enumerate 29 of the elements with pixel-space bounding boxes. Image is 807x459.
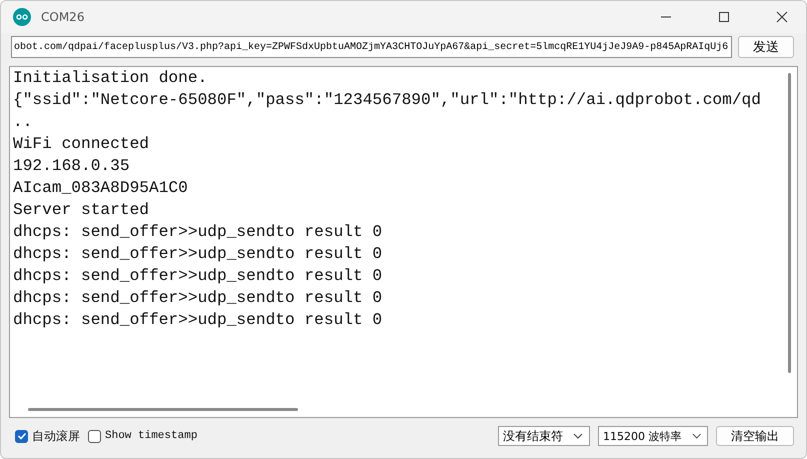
baud-rate-dropdown[interactable]: 115200 波特率 (598, 426, 708, 446)
output-line: dhcps: send_offer>>udp_sendto result 0 (13, 310, 384, 331)
send-button[interactable]: 发送 (738, 36, 794, 58)
input-field[interactable]: obot.com/qdpai/faceplusplus/V3.php?api_key=ZPWFSdxUpbtuAMOZjmYA3CHTOJuYpA67&api_secret=5lmcqRE1YU4jJeJ9A9-p845ApRAIqUj6 (11, 36, 732, 58)
clear-output-button[interactable]: 清空输出 (716, 426, 794, 446)
maximize-icon[interactable] (718, 11, 730, 23)
output-line: dhcps: send_offer>>udp_sendto result 0 (13, 222, 384, 243)
checkbox[interactable] (15, 430, 28, 442)
chevron-down-icon (692, 433, 701, 439)
output-line: dhcps: send_offer>>udp_sendto result 0 (13, 244, 384, 265)
output-line: 192.168.0.35 (13, 156, 131, 177)
output-line: Initialisation done. (13, 68, 208, 89)
output-line: AIcam_083A8D95A1C0 (13, 178, 189, 199)
vertical-scrollbar[interactable] (788, 73, 791, 373)
output-line: WiFi connected (13, 134, 150, 155)
chevron-down-icon (573, 433, 583, 439)
output-line: {"ssid":"Netcore-65080F","pass":"1234567890","url":"http://ai.qdprobot.com/qd (13, 90, 762, 111)
checkbox-label: 自动滚屏 (32, 428, 80, 444)
output-line: dhcps: send_offer>>udp_sendto result 0 (13, 288, 384, 309)
output-line: Server started (13, 200, 150, 221)
checkbox[interactable] (88, 430, 101, 442)
infinity-logo-icon (13, 8, 31, 26)
line-ending-dropdown[interactable]: 没有结束符 (498, 426, 590, 446)
close-icon[interactable] (776, 11, 788, 23)
window-title: COM26 (41, 10, 84, 24)
output-line: .. (13, 112, 34, 133)
checkbox-label: Show timestamp (105, 430, 198, 442)
output-line: dhcps: send_offer>>udp_sendto result 0 (13, 266, 384, 287)
horizontal-scrollbar[interactable] (28, 408, 298, 411)
